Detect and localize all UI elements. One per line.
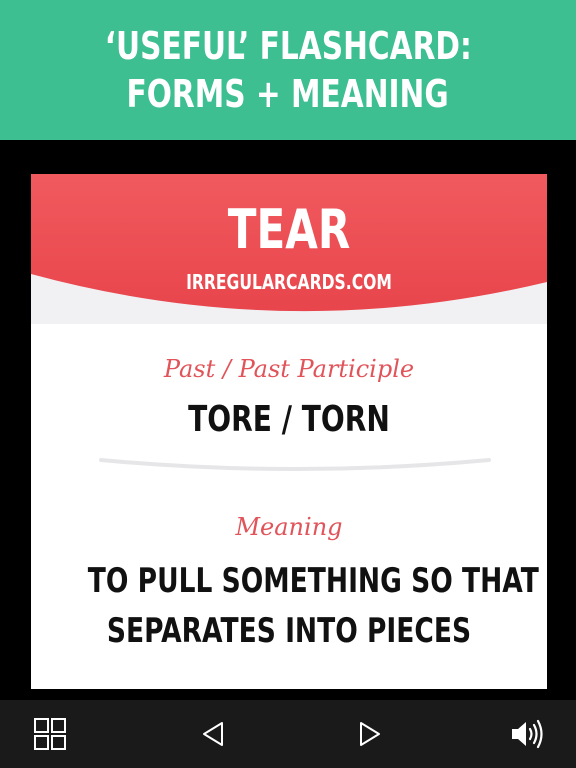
meaning-line1: TO PULL SOMETHING SO THAT IT bbox=[87, 561, 547, 601]
previous-card-button[interactable] bbox=[193, 714, 233, 754]
grid-view-button[interactable] bbox=[30, 714, 70, 754]
grid-icon bbox=[34, 718, 66, 750]
section-divider bbox=[99, 458, 491, 471]
flashcard-screen: ‘USEFUL’ FLASHCARD: FORMS + MEANING TEAR… bbox=[0, 0, 576, 768]
meaning-line2: SEPARATES INTO PIECES bbox=[106, 611, 472, 651]
header-title-line2: FORMS + MEANING bbox=[126, 72, 450, 116]
header-banner: ‘USEFUL’ FLASHCARD: FORMS + MEANING bbox=[0, 0, 576, 140]
forms-label: Past / Past Participle bbox=[163, 355, 415, 383]
flashcard[interactable]: TEAR IRREGULARCARDS.COM Past / Past Part… bbox=[31, 174, 547, 689]
sound-button[interactable] bbox=[507, 714, 547, 754]
forms-value: TORE / TORN bbox=[188, 399, 390, 440]
next-card-button[interactable] bbox=[350, 714, 390, 754]
meaning-value: TO PULL SOMETHING SO THAT IT SEPARATES I… bbox=[87, 556, 547, 656]
speaker-icon bbox=[512, 719, 543, 749]
bottom-toolbar bbox=[0, 700, 576, 768]
card-site-label: IRREGULARCARDS.COM bbox=[186, 270, 392, 294]
card-word: TEAR bbox=[227, 198, 351, 261]
header-title-line1: ‘USEFUL’ FLASHCARD: bbox=[104, 24, 472, 68]
meaning-label: Meaning bbox=[235, 513, 343, 541]
triangle-left-icon bbox=[203, 722, 223, 746]
triangle-right-icon bbox=[360, 722, 380, 746]
